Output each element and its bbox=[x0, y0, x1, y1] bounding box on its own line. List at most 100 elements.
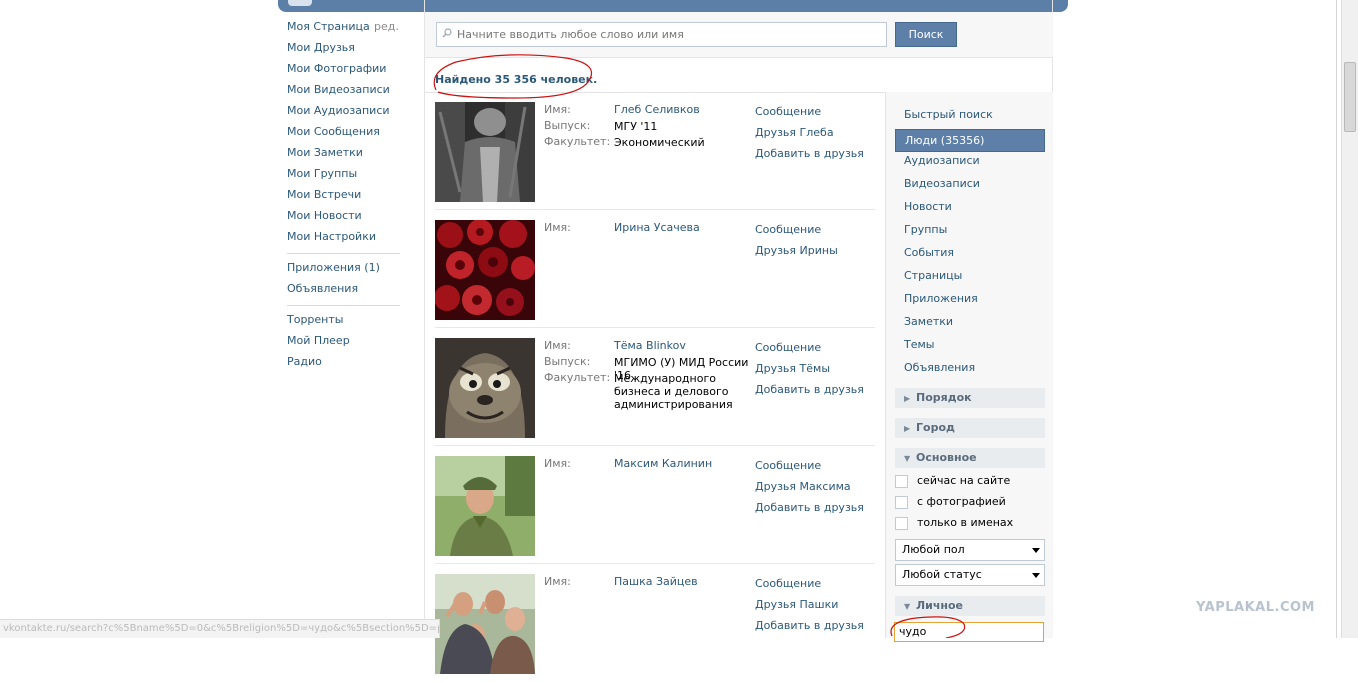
field-value: МГУ '11 bbox=[614, 120, 658, 133]
filter-panel: Быстрый поиск Люди (35356) Аудиозаписи В… bbox=[885, 92, 1053, 638]
section-basic[interactable]: ▼ Основное bbox=[895, 448, 1045, 468]
status-select[interactable]: Любой статус bbox=[895, 564, 1045, 586]
tab-quick-search[interactable]: Быстрый поиск bbox=[895, 106, 1045, 129]
user-photo[interactable] bbox=[435, 456, 535, 556]
edit-link[interactable]: ред. bbox=[374, 19, 399, 35]
results-count: Найдено 35 356 человек. bbox=[435, 73, 598, 86]
checkbox-box[interactable] bbox=[895, 496, 908, 509]
checkbox-box[interactable] bbox=[895, 475, 908, 488]
user-actions: Сообщение Друзья Глеба Добавить в друзья bbox=[755, 104, 875, 167]
friends-link[interactable]: Друзья Ирины bbox=[755, 243, 875, 264]
checkbox-box[interactable] bbox=[895, 517, 908, 530]
message-link[interactable]: Сообщение bbox=[755, 458, 875, 479]
nav-my-news[interactable]: Мои Новости bbox=[287, 208, 400, 229]
nav-player[interactable]: Мой Плеер bbox=[287, 333, 400, 354]
tab-video[interactable]: Видеозаписи bbox=[895, 175, 1045, 198]
user-name-link[interactable]: Максим Калинин bbox=[614, 456, 754, 472]
expanded-arrow-icon: ▼ bbox=[904, 454, 911, 463]
add-friend-link[interactable]: Добавить в друзья bbox=[755, 382, 875, 403]
left-navigation: Моя Страница ред. Мои Друзья Мои Фотограф… bbox=[287, 19, 400, 375]
tab-topics[interactable]: Темы bbox=[895, 336, 1045, 359]
section-personal[interactable]: ▼ Личное bbox=[895, 596, 1045, 616]
user-photo[interactable] bbox=[435, 574, 535, 674]
add-friend-link[interactable]: Добавить в друзья bbox=[755, 618, 875, 639]
add-friend-link[interactable]: Добавить в друзья bbox=[755, 500, 875, 521]
field-value: Экономический bbox=[614, 136, 705, 149]
result-row: Имя: Пашка Зайцев Сообщение Друзья Пашки … bbox=[435, 564, 875, 682]
dropdown-arrow-icon bbox=[1032, 573, 1040, 578]
section-city[interactable]: ▶ Город bbox=[895, 418, 1045, 438]
scrollbar[interactable] bbox=[1341, 0, 1358, 638]
user-photo[interactable] bbox=[435, 338, 535, 438]
user-fields: Имя: Тёма Blinkov Выпуск: МГИМО (У) МИД Ро… bbox=[544, 338, 754, 411]
tab-events[interactable]: События bbox=[895, 244, 1045, 267]
field-key: Имя: bbox=[544, 339, 571, 352]
friends-link[interactable]: Друзья Максима bbox=[755, 479, 875, 500]
nav-my-events[interactable]: Мои Встречи bbox=[287, 187, 400, 208]
personal-text-input[interactable]: чудо bbox=[894, 622, 1044, 642]
nav-my-messages[interactable]: Мои Сообщения bbox=[287, 124, 400, 145]
search-box[interactable] bbox=[436, 22, 887, 47]
user-name-link[interactable]: Ирина Усачева bbox=[614, 220, 754, 236]
dropdown-arrow-icon bbox=[1032, 548, 1040, 553]
user-actions: Сообщение Друзья Ирины bbox=[755, 222, 875, 264]
section-order[interactable]: ▶ Порядок bbox=[895, 388, 1045, 408]
result-row: Имя: Тёма Blinkov Выпуск: МГИМО (У) МИД Ро… bbox=[435, 328, 875, 446]
tab-ads[interactable]: Объявления bbox=[895, 359, 1045, 382]
result-row: Имя: Максим Калинин Сообщение Друзья Макс… bbox=[435, 446, 875, 564]
nav-my-groups[interactable]: Мои Группы bbox=[287, 166, 400, 187]
expanded-arrow-icon: ▼ bbox=[904, 602, 911, 611]
tab-pages[interactable]: Страницы bbox=[895, 267, 1045, 290]
message-link[interactable]: Сообщение bbox=[755, 576, 875, 597]
field-key: Имя: bbox=[544, 457, 571, 470]
field-key: Имя: bbox=[544, 575, 571, 588]
tab-groups[interactable]: Группы bbox=[895, 221, 1045, 244]
search-input[interactable] bbox=[457, 26, 877, 43]
nav-my-settings[interactable]: Мои Настройки bbox=[287, 229, 400, 250]
nav-my-audio[interactable]: Мои Аудиозаписи bbox=[287, 103, 400, 124]
user-photo[interactable] bbox=[435, 102, 535, 202]
search-button[interactable]: Поиск bbox=[895, 22, 957, 47]
message-link[interactable]: Сообщение bbox=[755, 104, 875, 125]
site-logo[interactable] bbox=[288, 0, 312, 6]
field-key: Выпуск: bbox=[544, 355, 591, 368]
search-bar: Поиск bbox=[425, 12, 1053, 58]
watermark-logo: YAPLAKAL.COM bbox=[1196, 600, 1315, 615]
user-photo[interactable] bbox=[435, 220, 535, 320]
friends-link[interactable]: Друзья Пашки bbox=[755, 597, 875, 618]
tab-audio[interactable]: Аудиозаписи bbox=[895, 152, 1045, 175]
friends-link[interactable]: Друзья Глеба bbox=[755, 125, 875, 146]
nav-my-photos[interactable]: Мои Фотографии bbox=[287, 61, 400, 82]
field-key: Выпуск: bbox=[544, 119, 591, 132]
nav-my-page[interactable]: Моя Страница ред. bbox=[287, 19, 400, 40]
tab-news[interactable]: Новости bbox=[895, 198, 1045, 221]
add-friend-link[interactable]: Добавить в друзья bbox=[755, 146, 875, 167]
user-fields: Имя: Пашка Зайцев bbox=[544, 574, 754, 590]
user-name-link[interactable]: Тёма Blinkov bbox=[614, 338, 754, 354]
nav-apps[interactable]: Приложения (1) bbox=[287, 260, 400, 281]
nav-ads[interactable]: Объявления bbox=[287, 281, 400, 302]
nav-radio[interactable]: Радио bbox=[287, 354, 400, 375]
user-actions: Сообщение Друзья Максима Добавить в друз… bbox=[755, 458, 875, 521]
user-name-link[interactable]: Пашка Зайцев bbox=[614, 574, 754, 590]
user-fields: Имя: Глеб Селивков Выпуск: МГУ '11 Факульт… bbox=[544, 102, 754, 150]
search-section-tabs: Быстрый поиск Люди (35356) Аудиозаписи В… bbox=[895, 106, 1045, 382]
gender-select[interactable]: Любой пол bbox=[895, 539, 1045, 561]
tab-notes[interactable]: Заметки bbox=[895, 313, 1045, 336]
nav-torrents[interactable]: Торренты bbox=[287, 312, 400, 333]
field-value: Международного бизнеса и делового админи… bbox=[614, 372, 733, 411]
nav-divider bbox=[287, 253, 400, 254]
nav-my-friends[interactable]: Мои Друзья bbox=[287, 40, 400, 61]
scrollbar-thumb[interactable] bbox=[1344, 62, 1356, 132]
nav-my-videos[interactable]: Мои Видеозаписи bbox=[287, 82, 400, 103]
message-link[interactable]: Сообщение bbox=[755, 222, 875, 243]
search-icon bbox=[442, 28, 452, 38]
result-row: Имя: Глеб Селивков Выпуск: МГУ '11 Факульт… bbox=[435, 92, 875, 210]
message-link[interactable]: Сообщение bbox=[755, 340, 875, 361]
user-name-link[interactable]: Глеб Селивков bbox=[614, 102, 754, 118]
tab-people[interactable]: Люди (35356) bbox=[895, 129, 1045, 152]
friends-link[interactable]: Друзья Тёмы bbox=[755, 361, 875, 382]
field-key: Имя: bbox=[544, 103, 571, 116]
tab-apps[interactable]: Приложения bbox=[895, 290, 1045, 313]
nav-my-notes[interactable]: Мои Заметки bbox=[287, 145, 400, 166]
